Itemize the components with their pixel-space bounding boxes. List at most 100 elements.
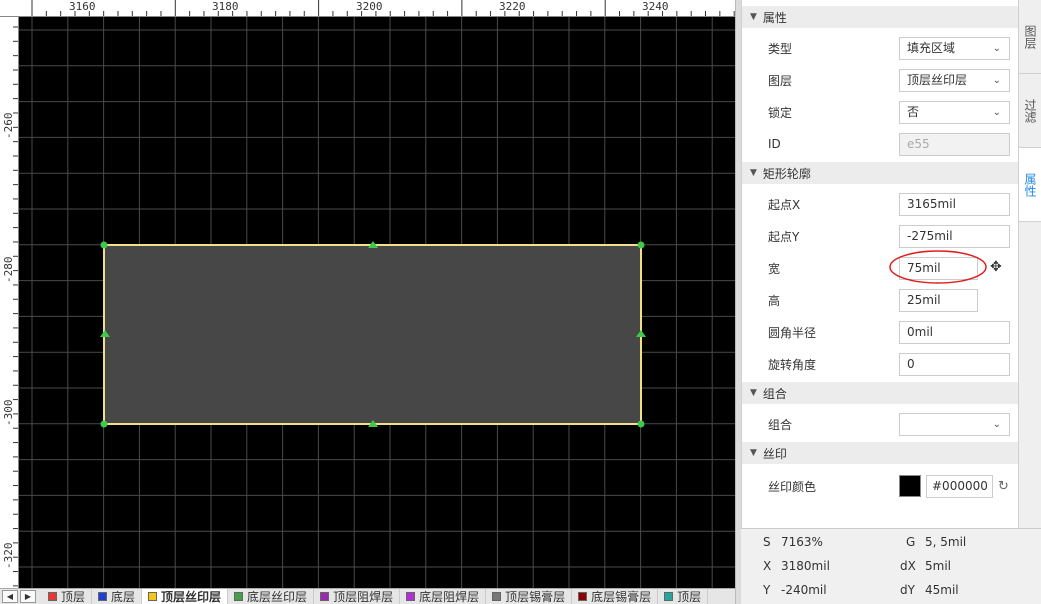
status-panel: S 7163% G 5, 5mil X 3180mil dX 5mil Y -2… bbox=[741, 528, 1041, 604]
status-s-label: S bbox=[763, 535, 771, 549]
ruler-label: 3240 bbox=[642, 0, 669, 13]
start-x-input[interactable]: 3165mil bbox=[899, 192, 1010, 216]
ruler-label: 3220 bbox=[499, 0, 526, 13]
start-y-input[interactable]: -275mil bbox=[899, 224, 1010, 248]
layer-tab-label: 顶层丝印层 bbox=[161, 590, 222, 604]
corner-handle-top-right[interactable] bbox=[637, 241, 645, 249]
group-label: 组合 bbox=[768, 417, 793, 432]
status-dx-label: dX bbox=[900, 559, 916, 573]
collapse-arrow-icon: ▼ bbox=[750, 448, 757, 458]
status-g-value: 5, 5mil bbox=[925, 535, 967, 549]
corner-radius-value: 0mil bbox=[907, 324, 933, 339]
ruler-label: -320 bbox=[2, 542, 15, 570]
collapse-arrow-icon: ▼ bbox=[750, 388, 757, 398]
section-title: 属性 bbox=[762, 10, 787, 25]
section-title: 丝印 bbox=[762, 446, 787, 461]
layer-color-swatch bbox=[234, 592, 244, 601]
chevron-down-icon: ⌄ bbox=[992, 42, 1001, 54]
start-y-value: -275mil bbox=[907, 228, 953, 243]
layer-tab-label: 顶层锡膏层 bbox=[505, 590, 566, 604]
start-x-label: 起点X bbox=[768, 197, 801, 212]
corner-radius-input[interactable]: 0mil bbox=[899, 320, 1010, 344]
section-header-silkscreen[interactable]: ▼ 丝印 bbox=[742, 442, 1018, 464]
corner-handle-bottom-left[interactable] bbox=[100, 420, 108, 428]
row-silk-color: 丝印颜色 #000000 ↻ bbox=[742, 470, 1018, 502]
pcb-canvas[interactable]: 3160 3180 3200 3220 3240 -260 -280 -300 … bbox=[0, 0, 735, 588]
row-lock: 锁定 否 ⌄ bbox=[742, 96, 1018, 128]
layer-tab[interactable]: 顶层 bbox=[658, 589, 709, 604]
corner-handle-bottom-right[interactable] bbox=[637, 420, 645, 428]
layer-tab-bar: ◀ ▶ 顶层 底层 顶层丝印层 底层丝印层 顶层阻焊层 底层阻焊层 顶层锡膏层 底层锡膏层 顶层 bbox=[0, 588, 735, 604]
width-label: 宽 bbox=[768, 261, 781, 276]
ruler-top: 3160 3180 3200 3220 3240 bbox=[0, 0, 735, 17]
status-y-label: Y bbox=[763, 583, 771, 597]
row-id: ID e55 bbox=[742, 128, 1018, 160]
status-x-label: X bbox=[763, 559, 772, 573]
layer-select[interactable]: 顶层丝印层 ⌄ bbox=[899, 68, 1010, 92]
layer-color-swatch bbox=[148, 592, 158, 601]
layer-color-swatch bbox=[406, 592, 416, 601]
canvas-grid[interactable] bbox=[19, 17, 735, 588]
layer-tab-label: 底层丝印层 bbox=[247, 590, 308, 604]
layer-tab-label: 顶层 bbox=[61, 590, 86, 604]
layer-color-swatch bbox=[578, 592, 588, 601]
lock-label: 锁定 bbox=[768, 105, 793, 120]
tab-properties[interactable]: 属性 bbox=[1019, 148, 1041, 222]
layer-color-swatch bbox=[492, 592, 502, 601]
layer-color-swatch bbox=[48, 592, 57, 601]
status-y-value: -240mil bbox=[781, 583, 827, 597]
status-dx-value: 5mil bbox=[925, 559, 951, 573]
id-value: e55 bbox=[907, 136, 930, 151]
fill-region-rectangle[interactable] bbox=[103, 244, 642, 425]
layer-tab[interactable]: 底层丝印层 bbox=[228, 589, 315, 604]
section-title: 矩形轮廓 bbox=[762, 166, 811, 181]
annotation-circle bbox=[889, 250, 987, 284]
section-header-group[interactable]: ▼ 组合 bbox=[742, 382, 1018, 404]
layer-tab[interactable]: 顶层丝印层 bbox=[142, 589, 229, 604]
scroll-left-button[interactable]: ◀ bbox=[2, 590, 18, 603]
status-x-value: 3180mil bbox=[781, 559, 830, 573]
layer-tab-label: 底层锡膏层 bbox=[591, 590, 652, 604]
type-select[interactable]: 填充区域 ⌄ bbox=[899, 36, 1010, 60]
layer-tab[interactable]: 顶层 bbox=[42, 589, 93, 604]
row-group: 组合 ⌄ bbox=[742, 408, 1018, 440]
section-title: 组合 bbox=[762, 386, 787, 401]
silk-color-input[interactable]: #000000 bbox=[926, 474, 993, 498]
status-dy-label: dY bbox=[900, 583, 915, 597]
corner-handle-top-left[interactable] bbox=[100, 241, 108, 249]
ruler-label: 3160 bbox=[69, 0, 96, 13]
section-header-rect-outline[interactable]: ▼ 矩形轮廓 bbox=[742, 162, 1018, 184]
layer-select-value: 顶层丝印层 bbox=[907, 72, 968, 87]
corner-radius-label: 圆角半径 bbox=[768, 325, 817, 340]
collapse-arrow-icon: ▼ bbox=[750, 12, 757, 22]
rotation-input[interactable]: 0 bbox=[899, 352, 1010, 376]
refresh-icon[interactable]: ↻ bbox=[998, 479, 1009, 494]
chevron-down-icon: ⌄ bbox=[992, 106, 1001, 118]
layer-tab[interactable]: 底层 bbox=[92, 589, 143, 604]
row-corner-radius: 圆角半径 0mil bbox=[742, 316, 1018, 348]
layer-tab[interactable]: 顶层锡膏层 bbox=[486, 589, 573, 604]
height-value: 25mil bbox=[907, 292, 941, 307]
section-header-attributes[interactable]: ▼ 属性 bbox=[742, 6, 1018, 28]
height-input[interactable]: 25mil bbox=[899, 288, 978, 312]
row-start-x: 起点X 3165mil bbox=[742, 188, 1018, 220]
layer-tab[interactable]: 底层锡膏层 bbox=[572, 589, 659, 604]
status-dy-value: 45mil bbox=[925, 583, 959, 597]
chevron-down-icon: ⌄ bbox=[992, 74, 1001, 86]
scroll-right-button[interactable]: ▶ bbox=[20, 590, 36, 603]
rotation-value: 0 bbox=[907, 356, 915, 371]
tab-layers[interactable]: 图层 bbox=[1019, 0, 1041, 74]
silk-color-label: 丝印颜色 bbox=[768, 479, 817, 494]
silk-color-value: #000000 bbox=[932, 478, 988, 493]
group-select[interactable]: ⌄ bbox=[899, 412, 1010, 436]
ruler-label: 3200 bbox=[356, 0, 383, 13]
lock-select-value: 否 bbox=[907, 104, 920, 119]
color-swatch[interactable] bbox=[899, 475, 921, 497]
row-start-y: 起点Y -275mil bbox=[742, 220, 1018, 252]
layer-tab[interactable]: 底层阻焊层 bbox=[400, 589, 487, 604]
lock-select[interactable]: 否 ⌄ bbox=[899, 100, 1010, 124]
tab-filter[interactable]: 过滤 bbox=[1019, 74, 1041, 148]
layer-tab[interactable]: 顶层阻焊层 bbox=[314, 589, 401, 604]
layer-color-swatch bbox=[320, 592, 330, 601]
rotation-label: 旋转角度 bbox=[768, 357, 817, 372]
